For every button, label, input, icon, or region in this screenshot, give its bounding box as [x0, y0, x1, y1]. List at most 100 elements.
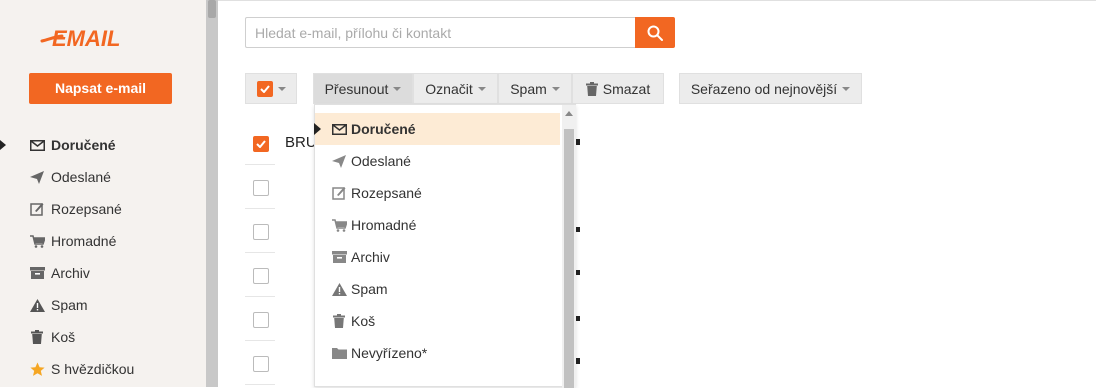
- row-text-fragment: [576, 139, 580, 145]
- menu-item-bulk[interactable]: Hromadné: [315, 209, 560, 241]
- chevron-down-icon: [393, 86, 402, 91]
- move-dropdown-menu: Doručené Odeslané Rozepsané Hromadné Arc…: [314, 104, 576, 388]
- row-checkbox[interactable]: [253, 268, 269, 284]
- star-icon: [29, 361, 45, 377]
- row-divider: [245, 164, 275, 165]
- move-label: Přesunout: [324, 80, 389, 97]
- menu-item-label: Doručené: [351, 121, 416, 137]
- header-checkbox[interactable]: [253, 136, 269, 152]
- menu-item-label: Nevyřízeno*: [351, 345, 428, 361]
- cart-icon: [29, 233, 45, 249]
- menu-item-label: Koš: [351, 313, 376, 329]
- row-text-fragment: [576, 316, 580, 321]
- row-text-fragment: [576, 358, 580, 364]
- scrollbar-thumb[interactable]: [208, 0, 216, 18]
- row-divider: [245, 296, 275, 297]
- menu-item-archive[interactable]: Archiv: [315, 241, 560, 273]
- send-icon: [331, 153, 347, 169]
- menu-item-drafts[interactable]: Rozepsané: [315, 177, 560, 209]
- list-header-text: BRU: [285, 134, 317, 151]
- active-pointer: [0, 140, 6, 150]
- menu-item-label: Rozepsané: [351, 185, 422, 201]
- menu-item-pending[interactable]: Nevyřízeno*: [315, 337, 560, 369]
- mark-label: Označit: [425, 80, 473, 97]
- row-text-fragment: [576, 227, 580, 232]
- trash-icon: [29, 329, 45, 345]
- sidebar-item-starred[interactable]: S hvězdičkou: [0, 353, 206, 385]
- sidebar-item-label: Rozepsané: [51, 201, 122, 217]
- chevron-down-icon: [277, 86, 286, 91]
- select-all-checkbox[interactable]: [256, 80, 273, 97]
- sidebar-item-trash[interactable]: Koš: [0, 321, 206, 353]
- menu-item-inbox[interactable]: Doručené: [314, 113, 560, 145]
- folder-icon: [331, 345, 347, 361]
- sidebar-item-label: Hromadné: [51, 233, 117, 249]
- menu-item-sent[interactable]: Odeslané: [315, 145, 560, 177]
- chevron-down-icon: [842, 86, 851, 91]
- row-checkbox[interactable]: [253, 180, 269, 196]
- mark-button[interactable]: Označit: [413, 73, 498, 104]
- edit-icon: [331, 185, 347, 201]
- search-button[interactable]: [635, 17, 675, 48]
- sidebar-scrollbar[interactable]: [206, 0, 218, 387]
- spam-label: Spam: [510, 80, 547, 97]
- folder-nav: Doručené Odeslané Rozepsané Hromadné Arc…: [0, 129, 206, 385]
- select-all-dropdown[interactable]: [245, 73, 297, 104]
- compose-button[interactable]: Napsat e-mail: [29, 73, 172, 104]
- spam-button[interactable]: Spam: [498, 73, 572, 104]
- send-icon: [29, 169, 45, 185]
- move-button[interactable]: Přesunout: [313, 73, 413, 104]
- edit-icon: [29, 201, 45, 217]
- sort-label: Seřazeno od nejnovější: [690, 80, 838, 97]
- sidebar-item-sent[interactable]: Odeslané: [0, 161, 206, 193]
- scrollbar-thumb[interactable]: [564, 129, 574, 388]
- row-checkbox[interactable]: [253, 356, 269, 372]
- menu-item-label: Odeslané: [351, 153, 411, 169]
- delete-label: Smazat: [602, 80, 651, 97]
- scroll-up-icon[interactable]: [565, 111, 573, 116]
- chevron-down-icon: [477, 86, 486, 91]
- menu-item-label: Hromadné: [351, 217, 417, 233]
- search-icon: [647, 25, 663, 41]
- menu-item-spam[interactable]: Spam: [315, 273, 560, 305]
- trash-icon: [331, 313, 347, 329]
- envelope-icon: [331, 121, 347, 137]
- menu-item-trash[interactable]: Koš: [315, 305, 560, 337]
- sidebar-item-archive[interactable]: Archiv: [0, 257, 206, 289]
- logo-text: EMAIL: [52, 26, 120, 51]
- sidebar-item-label: S hvězdičkou: [51, 361, 135, 377]
- sidebar-item-label: Odeslané: [51, 169, 111, 185]
- search-input[interactable]: [245, 17, 635, 48]
- warning-icon: [29, 297, 45, 313]
- row-checkbox[interactable]: [253, 224, 269, 240]
- row-divider: [245, 252, 275, 253]
- sidebar-item-label: Spam: [51, 297, 88, 313]
- selected-pointer: [314, 123, 321, 135]
- sidebar-item-drafts[interactable]: Rozepsané: [0, 193, 206, 225]
- menu-scrollbar[interactable]: [562, 105, 576, 388]
- sidebar: EMAIL Napsat e-mail Doručené Odeslané Ro…: [0, 0, 206, 387]
- sidebar-item-spam[interactable]: Spam: [0, 289, 206, 321]
- sidebar-item-label: Koš: [51, 329, 76, 345]
- archive-icon: [331, 249, 347, 265]
- archive-icon: [29, 265, 45, 281]
- trash-icon: [585, 81, 598, 96]
- menu-item-label: Spam: [351, 281, 388, 297]
- row-divider: [245, 384, 275, 385]
- row-divider: [245, 208, 275, 209]
- delete-button[interactable]: Smazat: [572, 73, 664, 104]
- menu-item-label: Archiv: [351, 249, 390, 265]
- row-divider: [245, 340, 275, 341]
- sidebar-item-bulk[interactable]: Hromadné: [0, 225, 206, 257]
- cart-icon: [331, 217, 347, 233]
- sidebar-item-label: Doručené: [51, 137, 116, 153]
- row-checkbox[interactable]: [253, 312, 269, 328]
- sort-dropdown[interactable]: Seřazeno od nejnovější: [679, 73, 862, 104]
- email-logo[interactable]: EMAIL: [40, 22, 152, 54]
- envelope-icon: [29, 137, 45, 153]
- sidebar-item-inbox[interactable]: Doručené: [0, 129, 206, 161]
- warning-icon: [331, 281, 347, 297]
- row-text-fragment: [576, 270, 580, 275]
- top-divider: [218, 0, 1096, 1]
- sidebar-item-label: Archiv: [51, 265, 90, 281]
